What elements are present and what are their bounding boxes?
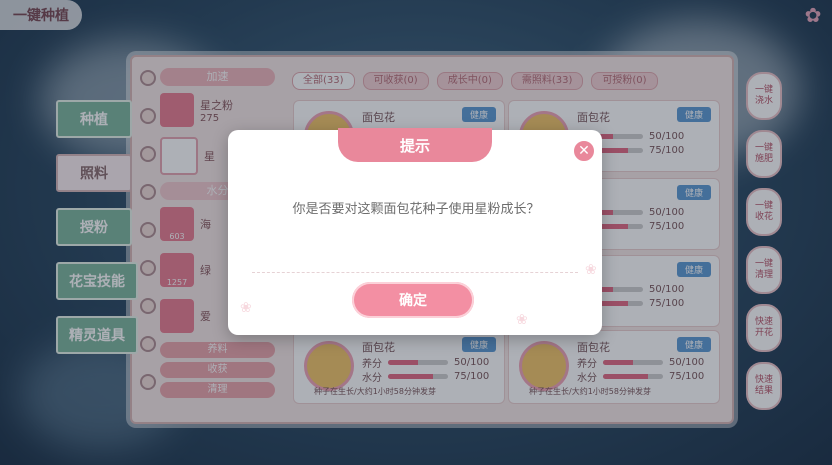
- confirm-label: 确定: [399, 293, 427, 309]
- petal-decoration: ❀: [585, 262, 597, 278]
- close-icon[interactable]: ✕: [571, 138, 597, 164]
- petal-decoration: ❀: [240, 300, 252, 316]
- dialog-message: 你是否要对这颗面包花种子使用星粉成长？: [292, 202, 540, 217]
- petal-decoration: ❀: [516, 312, 528, 328]
- dialog-divider: [252, 272, 578, 273]
- dialog-title: 提示: [338, 128, 492, 162]
- confirm-button[interactable]: 确定: [352, 282, 474, 318]
